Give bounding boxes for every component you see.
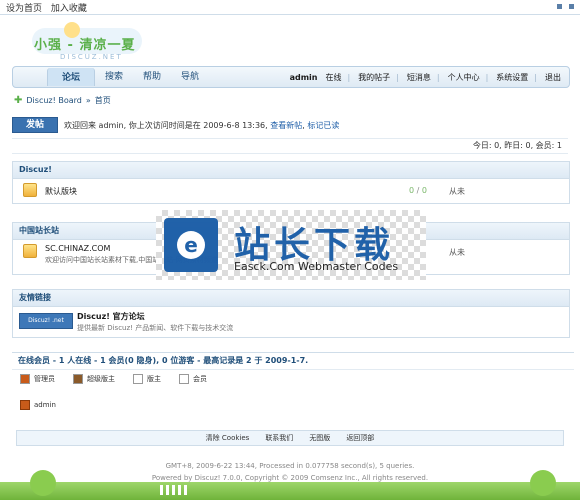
forum-name[interactable]: SC.CHINAZ.COM <box>45 244 110 253</box>
footer-links: 清除 Cookies 联系我们 无图版 返回顶部 <box>16 430 564 446</box>
square-icon[interactable] <box>557 4 563 9</box>
friend-link-name[interactable]: Discuz! 官方论坛 <box>77 311 145 322</box>
welcome-sep: , <box>302 121 305 130</box>
breadcrumb-sep: » <box>85 96 91 105</box>
legend-mod: 版主 <box>133 374 161 384</box>
moderator-icon <box>133 374 143 384</box>
section-title[interactable]: Discuz! <box>13 162 569 179</box>
fence-icon <box>160 485 190 495</box>
site-logo[interactable]: 小强 - 清凉一夏 DISCUZ.NET <box>22 20 162 64</box>
footer-meta: GMT+8, 2009-6-22 13:44, Processed in 0.0… <box>165 462 415 470</box>
online-user[interactable]: admin <box>20 400 56 410</box>
site-stats: 今日: 0, 昨日: 0, 会员: 1 <box>12 138 568 154</box>
watermark-e-icon: e <box>177 231 205 259</box>
tree-icon <box>530 470 556 496</box>
mark-read-link[interactable]: 标记已读 <box>307 121 339 130</box>
main-nav: 论坛 搜索 帮助 导航 admin 在线 | 我的帖子 | 短消息 | 个人中心… <box>12 66 570 88</box>
back-to-top-link[interactable]: 返回顶部 <box>346 433 374 443</box>
my-posts-link[interactable]: 我的帖子 <box>358 72 390 83</box>
section-title: 友情链接 <box>13 290 569 307</box>
legend-label: 版主 <box>147 375 161 383</box>
online-members-header: 在线会员 - 1 人在线 - 1 会员(0 隐身), 0 位游客 - 最高记录是… <box>12 352 574 370</box>
tab-help[interactable]: 帮助 <box>133 67 171 87</box>
forum-folder-icon <box>23 183 37 197</box>
user-menu: admin 在线 | 我的帖子 | 短消息 | 个人中心 | 系统设置 | 退出 <box>282 72 569 83</box>
legend-label: 会员 <box>193 375 207 383</box>
forum-count: 0 / 0 <box>409 186 427 195</box>
contact-link[interactable]: 联系我们 <box>265 433 293 443</box>
plus-icon: ✚ <box>14 95 23 106</box>
logout-link[interactable]: 退出 <box>545 72 561 83</box>
legend-member: 会员 <box>179 374 207 384</box>
breadcrumb-board[interactable]: Discuz! Board <box>26 96 81 105</box>
forum-last-post: 从未 <box>449 248 465 257</box>
divider: | <box>485 72 489 82</box>
view-new-posts-link[interactable]: 查看新帖 <box>270 121 302 130</box>
friend-links-section: 友情链接 Discuz! .net Discuz! 官方论坛 提供最新 Disc… <box>12 289 570 338</box>
top-bar: 设为首页 加入收藏 <box>0 0 580 15</box>
footer-powered: Powered by Discuz! 7.0.0, Copyright © 20… <box>151 474 429 482</box>
online-username[interactable]: admin <box>34 401 56 409</box>
top-links: 设为首页 加入收藏 <box>6 1 93 14</box>
tab-forum[interactable]: 论坛 <box>47 68 96 86</box>
watermark-subtitle: Easck.Com Webmaster Codes <box>234 260 399 273</box>
watermark-overlay: e 站长下载 Easck.Com Webmaster Codes <box>156 210 426 280</box>
messages-link[interactable]: 短消息 <box>407 72 431 83</box>
watermark-logo: e <box>164 218 218 272</box>
add-favorite-link[interactable]: 加入收藏 <box>51 4 87 14</box>
tab-search[interactable]: 搜索 <box>95 67 133 87</box>
square-icon[interactable] <box>569 4 574 9</box>
text-version-link[interactable]: 无图版 <box>309 433 330 443</box>
set-homepage-link[interactable]: 设为首页 <box>6 4 42 14</box>
logo-title: 小强 - 清凉一夏 <box>34 38 136 53</box>
footer-grass <box>0 482 580 500</box>
forum-last-post: 从未 <box>449 187 465 196</box>
divider: | <box>396 72 399 82</box>
divider: | <box>436 72 440 82</box>
super-moderator-icon <box>73 374 83 384</box>
divider: | <box>534 72 537 82</box>
logo-subtitle: DISCUZ.NET <box>60 53 123 61</box>
top-icons <box>553 2 574 12</box>
online-status: 在线 <box>325 72 342 82</box>
welcome-text: 欢迎回来 admin, 你上次访问时间是在 2009-6-8 13:36, 查看… <box>64 120 339 131</box>
forum-folder-icon <box>23 244 37 258</box>
profile-link[interactable]: 个人中心 <box>448 72 480 83</box>
clear-cookies-link[interactable]: 清除 Cookies <box>206 433 250 443</box>
welcome-message: 欢迎回来 admin, 你上次访问时间是在 2009-6-8 13:36, <box>64 121 268 130</box>
discuz-logo[interactable]: Discuz! .net <box>19 313 73 329</box>
legend-label: 管理员 <box>34 375 55 383</box>
settings-link[interactable]: 系统设置 <box>496 72 528 83</box>
friend-link-description: 提供最新 Discuz! 产品新闻、软件下载与技术交流 <box>77 324 234 332</box>
count-sep: / <box>416 186 420 195</box>
legend-label: 超级版主 <box>87 375 115 383</box>
legend-super-mod: 超级版主 <box>73 374 115 384</box>
username[interactable]: admin <box>290 73 318 82</box>
tab-navigation[interactable]: 导航 <box>171 67 209 87</box>
forum-posts: 0 <box>421 186 427 195</box>
stats-text: 今日: 0, 昨日: 0, 会员: 1 <box>472 141 562 150</box>
admin-icon <box>20 400 30 410</box>
forum-row: 默认版块 0 / 0 从未 <box>13 179 569 203</box>
post-button[interactable]: 发帖 <box>12 117 58 133</box>
breadcrumb: ✚ Discuz! Board » 首页 <box>14 95 111 106</box>
member-icon <box>179 374 189 384</box>
member-legend: 管理员 超级版主 版主 会员 <box>20 374 225 384</box>
breadcrumb-current: 首页 <box>94 96 111 105</box>
forum-section-discuz: Discuz! 默认版块 0 / 0 从未 <box>12 161 570 204</box>
friend-link-row: Discuz! .net Discuz! 官方论坛 提供最新 Discuz! 产… <box>13 307 569 337</box>
tree-icon <box>30 470 56 496</box>
forum-name[interactable]: 默认版块 <box>45 186 77 197</box>
admin-icon <box>20 374 30 384</box>
divider: | <box>347 72 351 82</box>
legend-admin: 管理员 <box>20 374 55 384</box>
forum-topics: 0 <box>409 186 415 195</box>
